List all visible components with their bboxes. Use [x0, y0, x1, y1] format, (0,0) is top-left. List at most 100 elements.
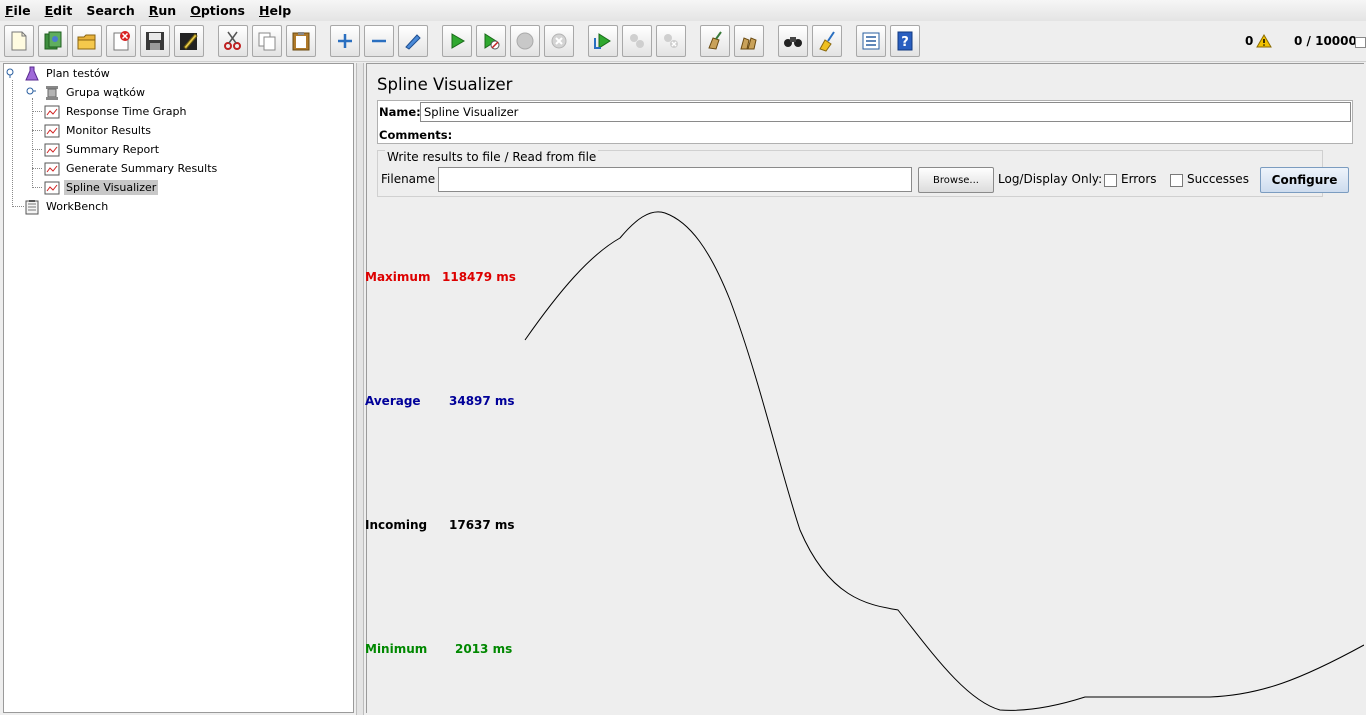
clear-button[interactable] [700, 25, 730, 57]
search-button[interactable] [778, 25, 808, 57]
spool-icon [44, 85, 60, 101]
tree-connector [12, 80, 13, 207]
tree-node-label: Monitor Results [66, 124, 152, 137]
tree-connector [32, 111, 42, 112]
menu-edit-label: dit [53, 3, 73, 18]
stop-button[interactable] [510, 25, 540, 57]
thread-counter: 0 / 10000 [1294, 34, 1357, 48]
close-button[interactable] [106, 25, 136, 57]
error-count: 0 [1245, 34, 1254, 48]
running-indicator [1355, 37, 1366, 48]
filename-field[interactable] [438, 167, 912, 192]
start-no-pauses-button[interactable] [476, 25, 506, 57]
successes-checkbox[interactable] [1170, 174, 1183, 187]
toggle-button[interactable] [398, 25, 428, 57]
menu-help[interactable]: Help [258, 3, 292, 18]
menu-bar: File Edit Search Run Options Help [0, 0, 1366, 21]
log-display-only-label: Log/Display Only: [998, 172, 1103, 186]
tree-node-label: Summary Report [66, 143, 160, 156]
tree-node-thread-group[interactable]: Grupa wątków [44, 83, 147, 102]
remote-shutdown-icon [664, 34, 678, 48]
tree-node-spline-visualizer[interactable]: Spline Visualizer [44, 178, 159, 197]
tree-node-label: Plan testów [46, 67, 110, 80]
tree-node-response-time-graph[interactable]: Response Time Graph [44, 102, 188, 121]
tree-node-label: Grupa wątków [66, 86, 145, 99]
clear-all-button[interactable] [734, 25, 764, 57]
start-button[interactable] [442, 25, 472, 57]
new-button[interactable] [4, 25, 34, 57]
shutdown-button[interactable] [544, 25, 574, 57]
errors-label: Errors [1121, 172, 1157, 186]
menu-run-mnemonic: R [148, 3, 159, 18]
remote-stop-icon [630, 34, 644, 48]
menu-options-label: ptions [200, 3, 245, 18]
remote-start-button[interactable] [588, 25, 618, 57]
remote-stop-button[interactable] [622, 25, 652, 57]
reset-search-button[interactable] [812, 25, 842, 57]
tree-node-test-plan[interactable]: Plan testów [24, 64, 112, 83]
errors-checkbox[interactable] [1104, 174, 1117, 187]
filename-label: Filename [381, 172, 436, 186]
name-field[interactable] [420, 102, 1351, 122]
minus-icon [372, 39, 386, 43]
clipboard-icon [24, 199, 40, 215]
name-label: Name: [379, 105, 421, 119]
listener-graph-icon [44, 180, 60, 196]
tree-node-generate-summary-results[interactable]: Generate Summary Results [44, 159, 219, 178]
save-button[interactable] [140, 25, 170, 57]
save-as-button[interactable] [174, 25, 204, 57]
save-icon [146, 32, 164, 50]
menu-run[interactable]: Run [148, 3, 177, 18]
tree-connector [32, 130, 42, 131]
menu-search[interactable]: Search [85, 3, 135, 18]
remote-shutdown-button[interactable] [656, 25, 686, 57]
tree-node-summary-report[interactable]: Summary Report [44, 140, 161, 159]
play-icon [451, 33, 465, 49]
name-comments-box: Name: Comments: [377, 100, 1353, 144]
test-plan-tree: Plan testów Grupa wątków Response Time G… [3, 63, 354, 713]
tree-node-monitor-results[interactable]: Monitor Results [44, 121, 153, 140]
scissors-icon [224, 31, 241, 50]
tree-node-label: WorkBench [46, 200, 109, 213]
templates-button[interactable] [38, 25, 68, 57]
configure-button[interactable]: Configure [1260, 167, 1349, 193]
remote-start-icon [594, 33, 611, 49]
tree-node-workbench[interactable]: WorkBench [24, 197, 110, 216]
collapse-all-button[interactable] [364, 25, 394, 57]
tree-expand-toggle-icon[interactable] [6, 68, 16, 78]
menu-edit[interactable]: Edit [44, 3, 74, 18]
expand-all-button[interactable] [330, 25, 360, 57]
menu-file-mnemonic: F [5, 3, 14, 18]
cut-button[interactable] [218, 25, 248, 57]
function-helper-button[interactable] [856, 25, 886, 57]
menu-run-label: un [158, 3, 177, 18]
close-file-icon [113, 31, 130, 51]
broom-clear-all-icon [740, 37, 757, 50]
help-button[interactable]: ? [890, 25, 920, 57]
edit-icon [180, 33, 198, 50]
panel-title: Spline Visualizer [377, 75, 513, 94]
play-no-timers-icon [484, 33, 500, 50]
shutdown-icon [551, 33, 567, 49]
write-results-title: Write results to file / Read from file [385, 150, 599, 164]
browse-button[interactable]: Browse... [918, 167, 994, 193]
open-button[interactable] [72, 25, 102, 57]
broom-clear-icon [708, 31, 722, 50]
menu-search-label: Search [86, 3, 135, 18]
tree-connector [32, 168, 42, 169]
listener-graph-icon [44, 123, 60, 139]
warning-icon[interactable] [1256, 34, 1272, 48]
successes-label: Successes [1187, 172, 1249, 186]
open-folder-icon [77, 34, 96, 50]
toolbar: ? 0 0 / 10000 [0, 22, 1366, 62]
split-pane-divider[interactable] [356, 63, 364, 715]
menu-help-label: elp [269, 3, 292, 18]
svg-text:?: ? [901, 35, 909, 50]
tree-expand-toggle-icon[interactable] [26, 87, 36, 97]
spline-graph [524, 211, 1364, 711]
menu-options[interactable]: Options [189, 3, 246, 18]
menu-file[interactable]: File [4, 3, 32, 18]
copy-button[interactable] [252, 25, 282, 57]
list-icon [862, 32, 880, 50]
paste-button[interactable] [286, 25, 316, 57]
